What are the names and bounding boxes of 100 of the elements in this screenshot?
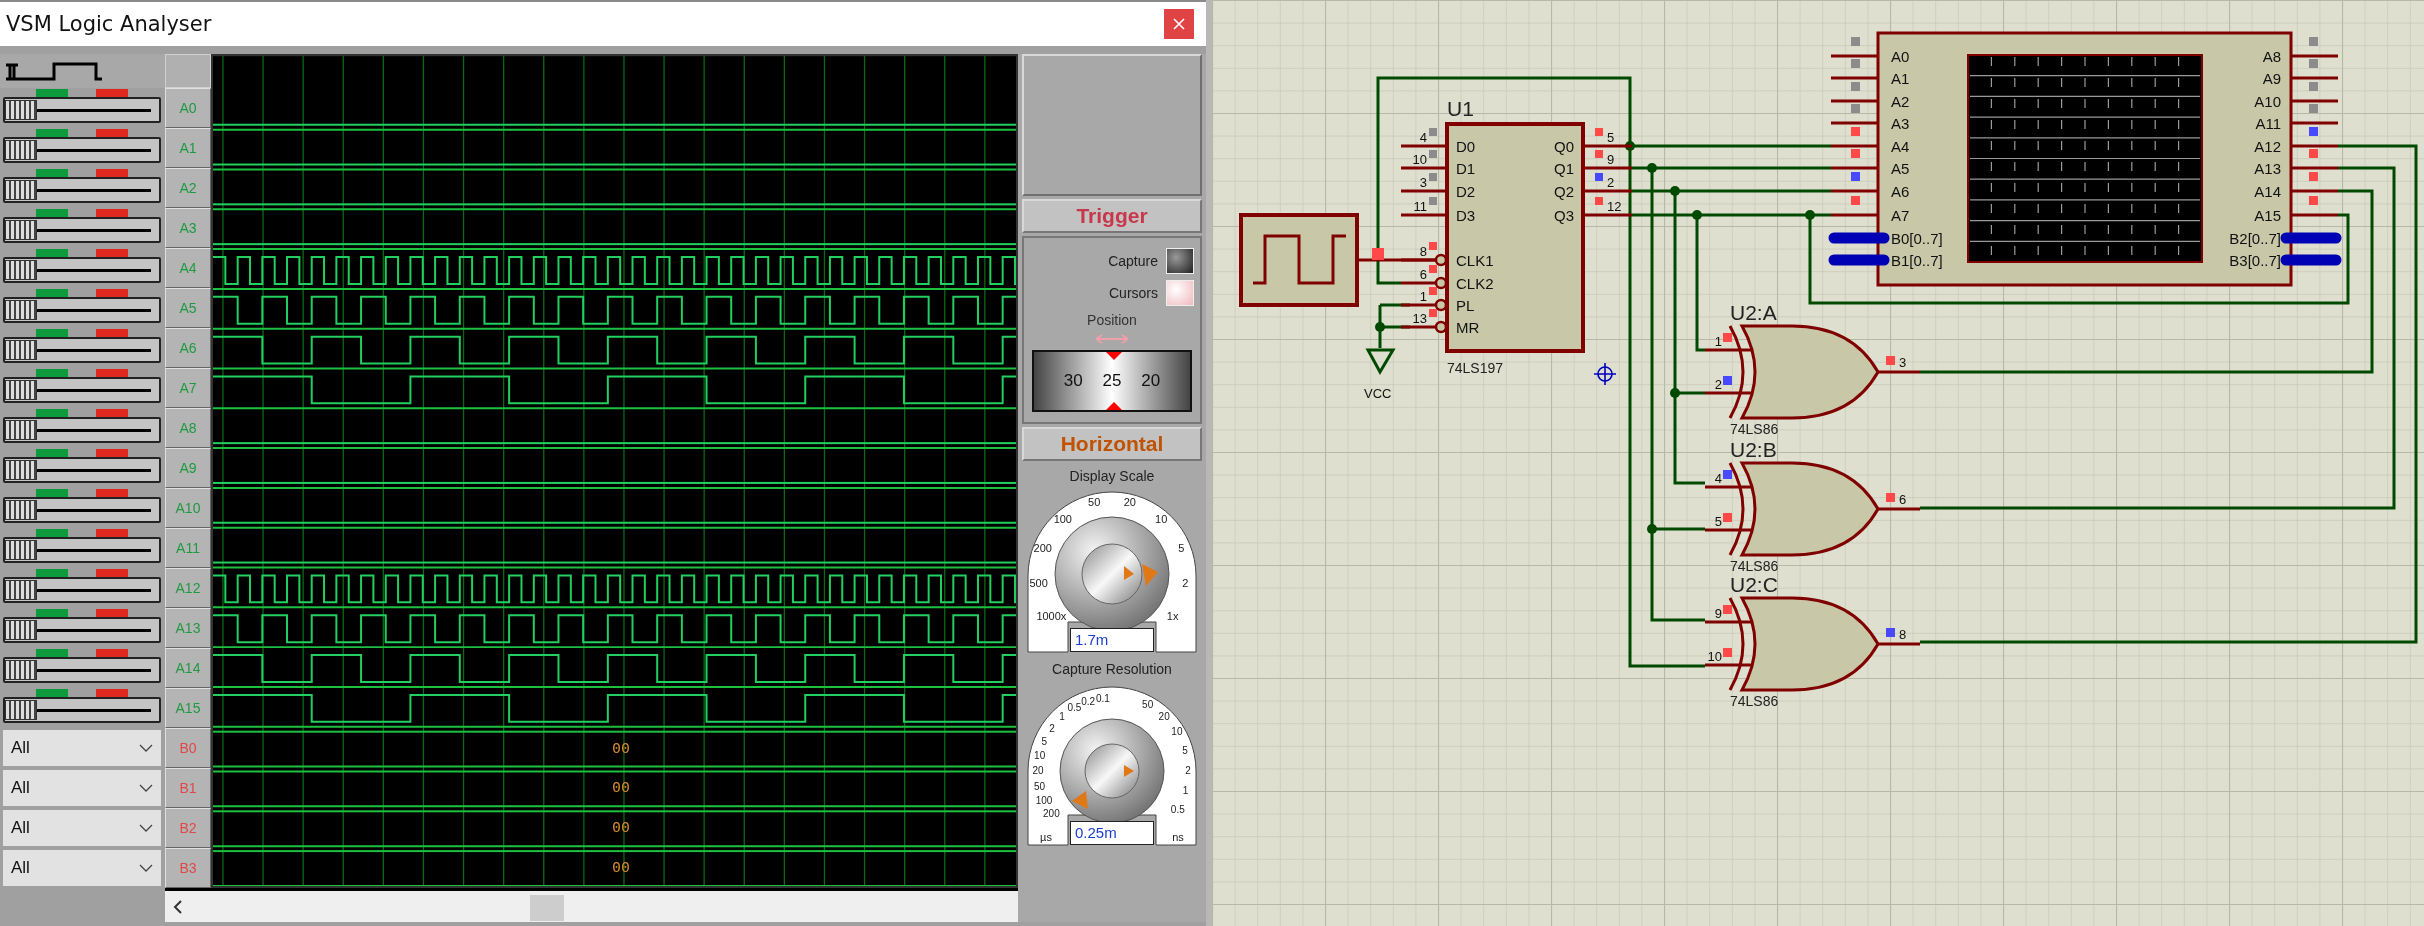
slider-thumb[interactable] [5, 420, 37, 440]
horizontal-scrollbar[interactable] [165, 888, 1018, 922]
scale-label: 1x [1166, 610, 1179, 623]
scale-label: 0.1 [1096, 692, 1110, 704]
slider-thumb[interactable] [5, 700, 37, 720]
scale-label: 100 [1035, 795, 1053, 807]
pin-label: A5 [1891, 160, 1910, 177]
crosshair-icon [1593, 362, 1617, 386]
toggle-button[interactable] [1166, 280, 1194, 306]
slider-thumb[interactable] [5, 100, 37, 120]
channel-label: A0 [179, 100, 197, 116]
clock-generator-drawing[interactable] [1239, 213, 1359, 307]
power-label: VCC [1364, 386, 1392, 401]
slider-thumb[interactable] [5, 540, 37, 560]
position-label: Position [1087, 312, 1137, 328]
scale-label: 1 [1059, 711, 1065, 723]
slider-thumb[interactable] [5, 340, 37, 360]
filter-dropdown[interactable]: All [3, 730, 161, 766]
pin-number: 3 [1419, 175, 1427, 190]
pin-label: CLK1 [1456, 252, 1494, 269]
pin-lead [1831, 213, 1878, 217]
pin-number: 4 [1419, 130, 1427, 145]
pin-label: CLK2 [1456, 275, 1494, 292]
component-ref: U2:B [1730, 438, 1777, 461]
pin-number: 6 [1899, 492, 1907, 507]
chevron-down-icon [139, 784, 153, 792]
ic-body[interactable] [1445, 122, 1585, 353]
filter-dropdown[interactable]: All [3, 770, 161, 806]
pin-label: A13 [2254, 160, 2281, 177]
pin-label: D1 [1456, 160, 1476, 177]
scale-label: 50 [1033, 780, 1045, 792]
pointer-icon [1124, 765, 1134, 777]
filter-dropdown[interactable]: All [3, 850, 161, 886]
pin-lead [1401, 144, 1447, 148]
pin-label: D0 [1456, 138, 1476, 155]
value-field[interactable]: 1.7m [1070, 628, 1154, 652]
pin-label: D2 [1456, 183, 1476, 200]
slider-thumb[interactable] [5, 620, 37, 640]
slider-thumb[interactable] [5, 580, 37, 600]
xor-gate-drawing[interactable] [1705, 596, 1920, 692]
bus-value: 00 [612, 738, 630, 757]
channel-label: A13 [175, 620, 201, 636]
value-field[interactable]: 0.25m [1070, 821, 1154, 845]
xor-gate-drawing[interactable] [1705, 461, 1920, 557]
slider-thumb[interactable] [5, 380, 37, 400]
slider-thumb[interactable] [5, 500, 37, 520]
pin-label: Q1 [1554, 160, 1574, 177]
pin-label: A9 [2262, 70, 2281, 87]
bus-value: 00 [612, 818, 630, 837]
channel-label: B3 [179, 860, 197, 876]
pin-label: Q2 [1554, 183, 1574, 200]
pin-label: MR [1456, 319, 1480, 336]
pin-number: 3 [1899, 355, 1907, 370]
slider-thumb[interactable] [5, 300, 37, 320]
position-dial[interactable]: 30 25 20 [1032, 350, 1192, 412]
knob-drawing[interactable] [1059, 718, 1165, 824]
pin-lead [1831, 54, 1878, 58]
pin-number: 12 [1607, 199, 1622, 214]
junction-dot [1670, 388, 1680, 398]
slider-thumb[interactable] [5, 180, 37, 200]
pin-number: 1 [1714, 334, 1722, 349]
xor-gate-drawing[interactable] [1705, 324, 1920, 420]
pin-lead [2291, 54, 2338, 58]
close-button[interactable] [1164, 9, 1194, 39]
scrollbar-thumb[interactable] [530, 895, 564, 921]
slider-thumb[interactable] [5, 220, 37, 240]
filter-dropdown[interactable]: All [3, 810, 161, 846]
pin-label: A15 [2254, 207, 2281, 224]
pin-label: A8 [2262, 48, 2281, 65]
junction-dot [1805, 210, 1815, 220]
pin-number: 2 [1607, 175, 1615, 190]
scale-label: 0.2 [1081, 695, 1096, 707]
scale-label: 100 [1053, 512, 1072, 525]
pointer-icon [1072, 791, 1088, 809]
knob-label: Capture Resolution [1052, 661, 1172, 677]
chevron-down-icon [139, 864, 153, 872]
channel-label: A7 [179, 380, 197, 396]
channel-label: A14 [175, 660, 201, 676]
bus-value: 00 [612, 778, 630, 797]
scale-label: 20 [1123, 496, 1136, 509]
slider-thumb[interactable] [5, 660, 37, 680]
pin-lead [2291, 144, 2338, 148]
pin-lead [2291, 76, 2338, 80]
junction-dot [1375, 322, 1385, 332]
channel-label: A11 [176, 540, 200, 556]
pin-label: A2 [1891, 93, 1910, 110]
channel-label: A10 [175, 500, 201, 516]
scale-label: 50 [1142, 698, 1154, 710]
pin-lead [1401, 166, 1447, 170]
slider-thumb[interactable] [5, 460, 37, 480]
pin-label: B1[0..7] [1891, 252, 1943, 269]
pin-label: A0 [1891, 48, 1910, 65]
scale-label: 0.5 [1170, 804, 1185, 815]
channel-label: A8 [179, 420, 197, 436]
scale-label: 1000x [1036, 610, 1067, 623]
pin-label: A7 [1891, 207, 1910, 224]
knob-label: Display Scale [1069, 468, 1155, 484]
slider-thumb[interactable] [5, 140, 37, 160]
slider-thumb[interactable] [5, 260, 37, 280]
toggle-button[interactable] [1166, 248, 1194, 274]
